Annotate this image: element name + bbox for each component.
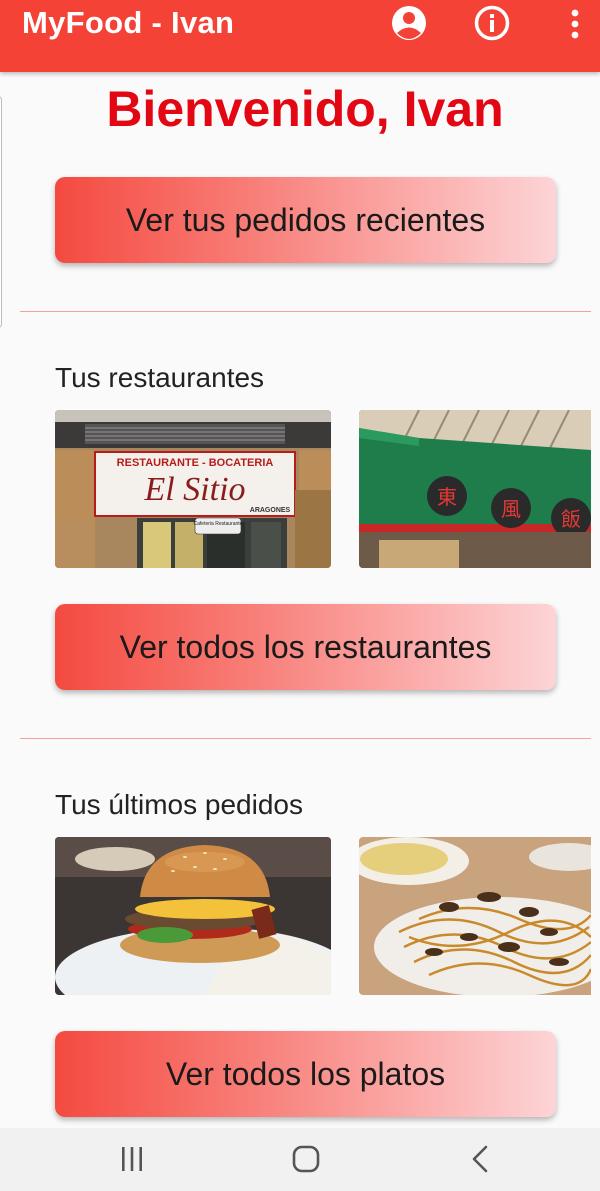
info-icon[interactable] — [473, 4, 511, 42]
app-title: MyFood - Ivan — [22, 5, 235, 40]
sign-top-text: RESTAURANTE - BOCATERIA — [117, 457, 274, 469]
recent-orders-button[interactable]: Ver tus pedidos recientes — [55, 177, 556, 263]
home-icon[interactable] — [286, 1142, 326, 1176]
restaurant-el-sitio-image[interactable]: RESTAURANTE - BOCATERIA El Sitio ARAGONE… — [55, 410, 331, 568]
back-icon[interactable] — [460, 1142, 500, 1176]
app-bar: MyFood - Ivan — [0, 0, 600, 72]
burger-dish-image[interactable] — [55, 837, 331, 995]
restaurants-section-title: Tus restaurantes — [55, 362, 265, 393]
all-restaurants-button[interactable]: Ver todos los restaurantes — [55, 604, 556, 690]
restaurant-dong-feng-image[interactable]: 東 風 飯 — [359, 410, 591, 568]
sign-char-2: 風 — [501, 497, 521, 521]
account-icon[interactable] — [390, 4, 428, 42]
door-sign-text: Cafeteria Restaurante — [194, 521, 243, 527]
noodles-dish-image[interactable] — [359, 837, 591, 995]
divider — [20, 738, 591, 739]
all-dishes-button[interactable]: Ver todos los platos — [55, 1031, 556, 1117]
system-nav-bar — [0, 1128, 600, 1191]
sign-sub-text: ARAGONES — [250, 507, 291, 514]
orders-section-title: Tus últimos pedidos — [55, 789, 303, 820]
more-vert-icon[interactable] — [556, 4, 594, 42]
sign-char-1: 東 — [437, 485, 457, 509]
recents-icon[interactable] — [112, 1142, 152, 1176]
sign-name-text: El Sitio — [143, 471, 245, 508]
divider — [20, 311, 591, 312]
welcome-heading: Bienvenido, Ivan — [106, 81, 504, 137]
sign-char-3: 飯 — [561, 507, 581, 531]
